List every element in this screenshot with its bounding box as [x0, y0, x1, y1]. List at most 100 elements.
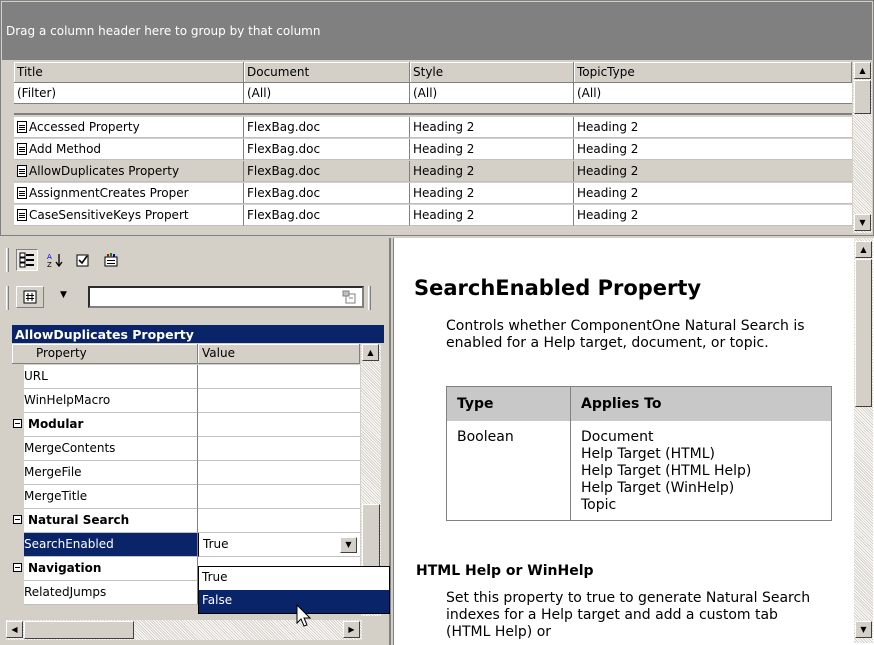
- scroll-thumb[interactable]: [855, 259, 872, 407]
- property-header-row: Property Value: [12, 344, 360, 364]
- row-style: Heading 2: [410, 205, 574, 226]
- help-subheading: HTML Help or WinHelp: [416, 563, 594, 579]
- dropdown-option-false[interactable]: False: [199, 590, 389, 613]
- applies-item: Document: [581, 428, 654, 445]
- category-row-modular[interactable]: Modular: [12, 413, 360, 437]
- scroll-left-icon[interactable]: ◀: [6, 621, 23, 638]
- column-header-style[interactable]: Style: [410, 62, 574, 83]
- row-document: FlexBag.doc: [244, 205, 410, 226]
- applies-item: Topic: [581, 496, 617, 513]
- table-row[interactable]: Accessed Property FlexBag.doc Heading 2 …: [14, 117, 852, 138]
- collapse-icon[interactable]: [13, 515, 22, 524]
- help-body-text: Set this property to true to generate Na…: [446, 590, 811, 640]
- row-topictype: Heading 2: [574, 205, 852, 226]
- help-table-header-type: Type: [446, 386, 571, 421]
- svg-text:Z: Z: [47, 261, 52, 268]
- help-table-type-value: Boolean: [446, 420, 571, 520]
- dropdown-option-true[interactable]: True: [199, 567, 389, 590]
- property-value[interactable]: [198, 485, 360, 509]
- filter-topictype[interactable]: (All): [574, 83, 852, 104]
- property-value[interactable]: [198, 365, 360, 389]
- svg-text:A: A: [47, 253, 52, 261]
- object-selector-input[interactable]: [88, 286, 364, 308]
- value-dropdown-list[interactable]: True False: [198, 566, 390, 614]
- filter-title[interactable]: (Filter): [14, 83, 244, 104]
- property-name: MergeContents: [12, 437, 198, 461]
- row-document: FlexBag.doc: [244, 161, 410, 182]
- property-name: WinHelpMacro: [12, 389, 198, 413]
- property-pages-icon[interactable]: [72, 249, 94, 271]
- help-table-header-applies: Applies To: [570, 386, 832, 421]
- wizard-icon[interactable]: [100, 249, 122, 271]
- sort-az-icon[interactable]: AZ: [44, 249, 66, 271]
- property-value[interactable]: [198, 437, 360, 461]
- category-row-natural-search[interactable]: Natural Search: [12, 509, 360, 533]
- category-name: Modular: [12, 413, 198, 437]
- property-row-selected[interactable]: SearchEnabled True ▼: [12, 533, 360, 557]
- categorized-icon[interactable]: [16, 249, 38, 271]
- scroll-right-icon[interactable]: ▶: [343, 621, 360, 638]
- group-by-hint: Drag a column header here to group by th…: [6, 24, 321, 38]
- scroll-down-icon[interactable]: ▼: [854, 214, 871, 231]
- filter-document[interactable]: (All): [244, 83, 410, 104]
- property-value[interactable]: [198, 389, 360, 413]
- property-name: MergeTitle: [12, 485, 198, 509]
- property-row[interactable]: MergeContents: [12, 437, 360, 461]
- property-row[interactable]: MergeTitle: [12, 485, 360, 509]
- collapse-icon[interactable]: [13, 419, 22, 428]
- grid-filter-row: (Filter) (All) (All) (All): [14, 83, 852, 104]
- property-value[interactable]: [198, 461, 360, 485]
- column-header-value: Value: [198, 344, 360, 364]
- scroll-up-icon[interactable]: ▲: [855, 241, 872, 258]
- row-topictype: Heading 2: [574, 183, 852, 204]
- scroll-up-icon[interactable]: ▲: [362, 344, 379, 361]
- row-topictype: Heading 2: [574, 161, 852, 182]
- row-title: Add Method: [29, 142, 102, 156]
- property-row[interactable]: URL: [12, 365, 360, 389]
- row-style: Heading 2: [410, 139, 574, 160]
- property-name: MergeFile: [12, 461, 198, 485]
- toolbar-grip: [6, 248, 9, 272]
- table-row[interactable]: AssignmentCreates Proper FlexBag.doc Hea…: [14, 183, 852, 204]
- document-icon: [17, 209, 27, 221]
- toolbar-grip: [368, 286, 371, 310]
- group-by-bar[interactable]: Drag a column header here to group by th…: [2, 2, 872, 60]
- column-header-property: Property: [12, 344, 198, 364]
- row-style: Heading 2: [410, 161, 574, 182]
- dropdown-arrow-icon[interactable]: ▼: [340, 537, 357, 553]
- row-style: Heading 2: [410, 117, 574, 138]
- chevron-down-icon[interactable]: ▼: [60, 290, 67, 300]
- toolbar-grip: [6, 286, 9, 310]
- help-vertical-scrollbar[interactable]: ▲ ▼: [854, 238, 873, 643]
- scroll-thumb[interactable]: [24, 621, 134, 639]
- row-title: AssignmentCreates Proper: [29, 186, 189, 200]
- applies-item: Help Target (WinHelp): [581, 479, 735, 496]
- scroll-down-icon[interactable]: ▼: [855, 621, 872, 638]
- document-icon: [17, 143, 27, 155]
- column-header-document[interactable]: Document: [244, 62, 410, 83]
- row-topictype: Heading 2: [574, 139, 852, 160]
- table-row[interactable]: Add Method FlexBag.doc Heading 2 Heading…: [14, 139, 852, 160]
- table-row[interactable]: CaseSensitiveKeys Propert FlexBag.doc He…: [14, 205, 852, 226]
- property-row[interactable]: MergeFile: [12, 461, 360, 485]
- row-title: Accessed Property: [29, 120, 140, 134]
- column-header-topictype[interactable]: TopicType: [574, 62, 852, 83]
- row-style: Heading 2: [410, 183, 574, 204]
- scroll-thumb[interactable]: [854, 80, 871, 114]
- column-header-title[interactable]: Title: [14, 62, 244, 83]
- filter-separator: [14, 105, 852, 115]
- filter-style[interactable]: (All): [410, 83, 574, 104]
- property-row[interactable]: WinHelpMacro: [12, 389, 360, 413]
- scroll-up-icon[interactable]: ▲: [854, 62, 871, 79]
- row-title: CaseSensitiveKeys Propert: [29, 208, 189, 222]
- selected-object-title: AllowDuplicates Property: [12, 325, 384, 343]
- document-icon: [17, 121, 27, 133]
- help-description: Controls whether ComponentOne Natural Se…: [446, 318, 805, 351]
- row-title: AllowDuplicates Property: [29, 164, 180, 178]
- collapse-icon[interactable]: [13, 563, 22, 572]
- property-link-icon[interactable]: [338, 286, 360, 308]
- grid-vertical-scrollbar[interactable]: ▲ ▼: [853, 62, 872, 233]
- table-row-selected[interactable]: AllowDuplicates Property FlexBag.doc Hea…: [14, 161, 852, 182]
- hash-icon[interactable]: [16, 286, 44, 308]
- property-value-editor[interactable]: True: [198, 533, 360, 557]
